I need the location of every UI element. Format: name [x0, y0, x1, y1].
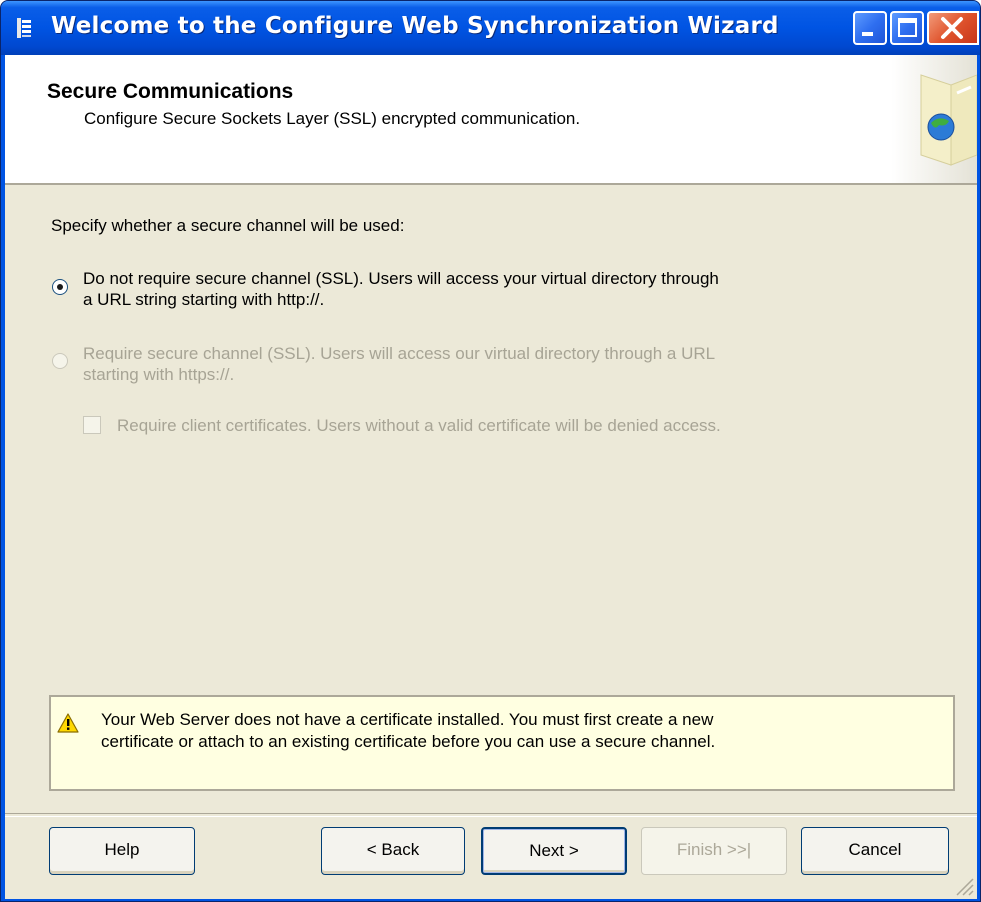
maximize-icon	[898, 18, 917, 37]
wizard-window: Welcome to the Configure Web Synchroniza…	[0, 0, 981, 902]
wizard-header: Secure Communications Configure Secure S…	[5, 55, 977, 185]
minimize-button[interactable]	[853, 11, 887, 45]
resize-grip-icon[interactable]	[951, 873, 975, 897]
window-title: Welcome to the Configure Web Synchroniza…	[51, 13, 779, 39]
warning-panel: Your Web Server does not have a certific…	[49, 695, 955, 791]
warning-line2: certificate or attach to an existing cer…	[101, 732, 716, 751]
button-bar-divider	[5, 813, 977, 817]
require-ssl-radio[interactable]	[52, 353, 68, 369]
warning-icon	[57, 713, 79, 733]
page-title: Secure Communications	[47, 80, 294, 103]
next-button[interactable]: Next >	[481, 827, 627, 875]
help-button[interactable]: Help	[49, 827, 195, 875]
no-ssl-radio[interactable]	[52, 279, 68, 295]
warning-text: Your Web Server does not have a certific…	[101, 709, 941, 753]
minimize-icon	[862, 32, 873, 36]
require-client-cert-checkbox[interactable]	[83, 416, 101, 434]
close-button[interactable]	[927, 11, 979, 45]
dialog-client-area: Secure Communications Configure Secure S…	[5, 55, 977, 899]
no-ssl-label-line2[interactable]: a URL string starting with http://.	[83, 289, 324, 310]
close-icon	[941, 17, 963, 39]
maximize-button[interactable]	[890, 11, 924, 45]
finish-button[interactable]: Finish >>|	[641, 827, 787, 875]
no-ssl-label-line1[interactable]: Do not require secure channel (SSL). Use…	[83, 268, 719, 289]
require-client-cert-label[interactable]: Require client certificates. Users witho…	[117, 415, 721, 436]
back-button[interactable]: < Back	[321, 827, 465, 875]
secure-channel-prompt: Specify whether a secure channel will be…	[51, 216, 405, 235]
wizard-app-icon	[15, 17, 33, 39]
globe-graphic-icon	[891, 55, 977, 183]
page-subtitle: Configure Secure Sockets Layer (SSL) enc…	[84, 109, 581, 128]
cancel-button[interactable]: Cancel	[801, 827, 949, 875]
require-ssl-label-line1[interactable]: Require secure channel (SSL). Users will…	[83, 343, 715, 364]
require-ssl-label-line2[interactable]: starting with https://.	[83, 364, 234, 385]
warning-line1: Your Web Server does not have a certific…	[101, 710, 714, 729]
title-bar[interactable]: Welcome to the Configure Web Synchroniza…	[1, 1, 980, 55]
